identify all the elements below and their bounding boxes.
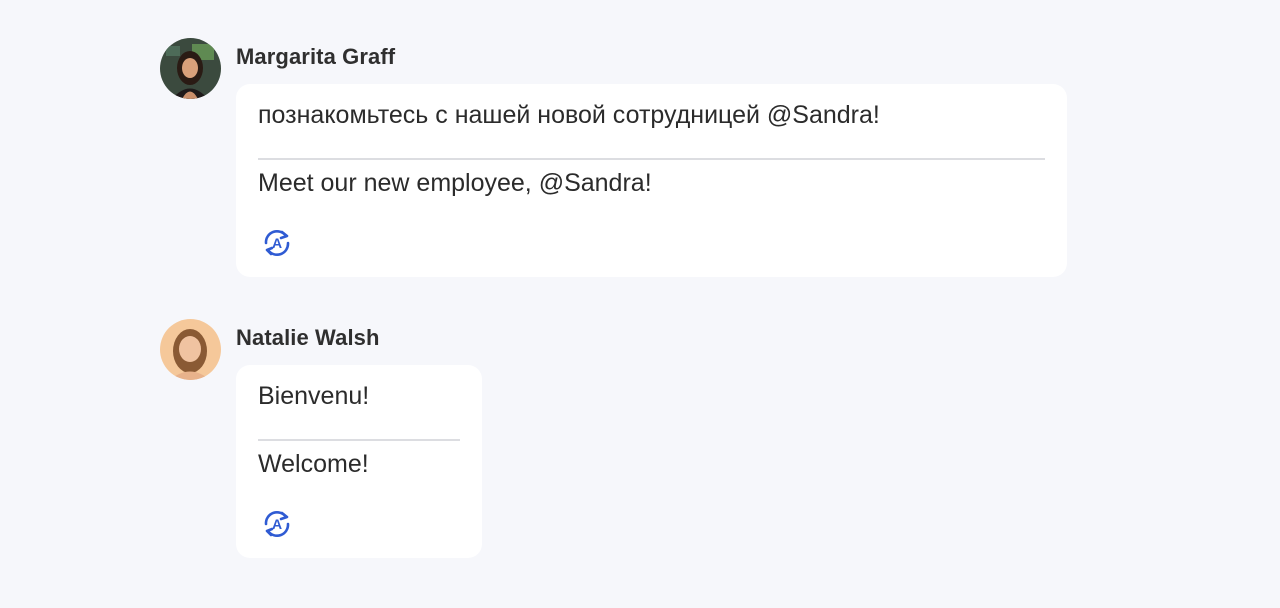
avatar-margarita-image	[160, 38, 221, 99]
author-name: Margarita Graff	[236, 44, 396, 69]
divider	[258, 439, 460, 441]
original-text: познакомьтесь с нашей новой сотрудницей …	[258, 101, 880, 129]
author-name: Natalie Walsh	[236, 325, 380, 350]
translated-text: Meet our new employee, @Sandra!	[258, 169, 652, 197]
message-bubble: познакомьтесь с нашей новой сотрудницей …	[236, 84, 1067, 277]
original-text: Bienvenu!	[258, 382, 370, 410]
divider	[258, 158, 1045, 160]
translate-icon: A	[264, 511, 290, 537]
translated-text: Welcome!	[258, 450, 369, 478]
translate-button[interactable]: A	[258, 505, 296, 543]
svg-text:A: A	[272, 235, 282, 251]
avatar[interactable]	[160, 38, 221, 99]
svg-text:A: A	[272, 516, 282, 532]
avatar[interactable]	[160, 319, 221, 380]
translate-icon: A	[264, 230, 290, 256]
avatar-natalie-image	[160, 319, 221, 380]
translate-button[interactable]: A	[258, 224, 296, 262]
message-feed: Margarita Graff познакомьтесь с нашей но…	[0, 0, 1280, 608]
message-bubble: Bienvenu! Welcome! A	[236, 365, 482, 558]
